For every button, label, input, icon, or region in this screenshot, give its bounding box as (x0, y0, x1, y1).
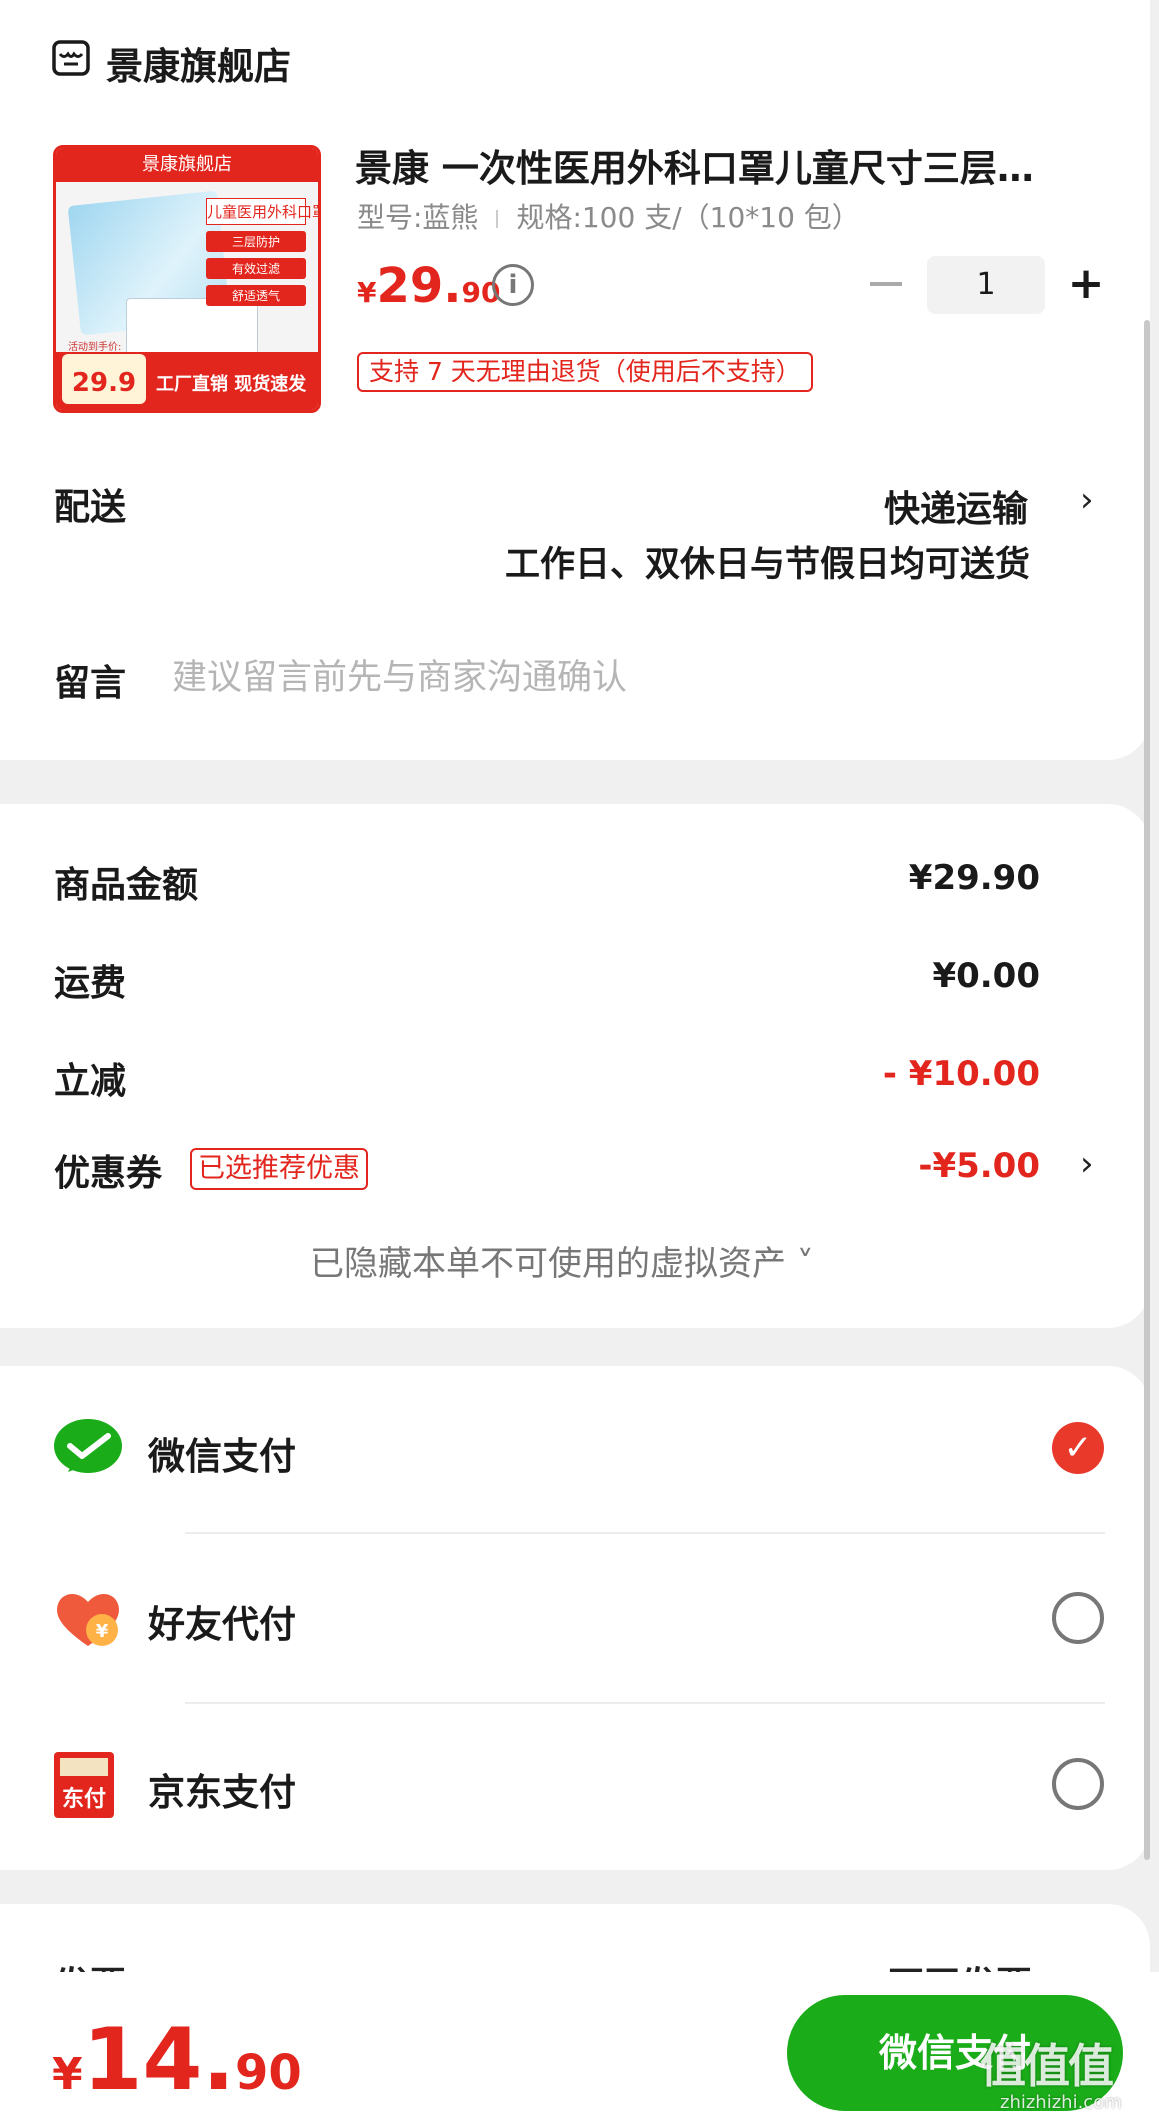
product-image-tags: 儿童医用外科口罩 三层防护 有效过滤 舒适透气 (206, 198, 318, 306)
product-image-tag-main: 儿童医用外科口罩 (206, 198, 318, 225)
store-icon (52, 40, 90, 76)
payment-label[interactable]: 微信支付 (148, 1426, 296, 1480)
product-image-price-value: 29.9 (71, 368, 137, 398)
price-symbol: ¥ (357, 276, 377, 309)
total-integer: 14. (82, 2010, 235, 2110)
divider (185, 1532, 1105, 1534)
message-input[interactable] (170, 652, 1034, 704)
payment-radio-selected[interactable]: ✓ (1052, 1422, 1104, 1474)
product-size: 规格:100 支/（10*10 包） (516, 201, 860, 234)
price-info-icon[interactable]: i (492, 264, 534, 306)
goods-amount-label: 商品金额 (54, 865, 199, 906)
total-price: ¥14.90 (52, 2010, 302, 2110)
product-image-price: 活动到手价: 29.9 (62, 342, 146, 404)
payment-label[interactable]: 好友代付 (148, 1594, 296, 1648)
quantity-increase-button[interactable]: + (1066, 262, 1106, 306)
delivery-mode[interactable]: 快递运输 (884, 480, 1028, 532)
product-image-feature: 三层防护 (206, 231, 306, 252)
hidden-assets-toggle[interactable]: 已隐藏本单不可使用的虚拟资产 ˅ (310, 1236, 814, 1285)
scrollbar[interactable] (1144, 320, 1150, 1860)
watermark: 值值值 (980, 2039, 1114, 2093)
product-box-art (126, 298, 258, 355)
discount-value: - ¥10.00 (882, 1054, 1040, 1094)
quantity-decrease-button[interactable] (870, 282, 902, 286)
shipping-label: 运费 (54, 963, 127, 1004)
chevron-right-icon[interactable]: › (1080, 1144, 1094, 1184)
product-model: 型号:蓝熊 (357, 201, 479, 234)
payment-label[interactable]: 京东支付 (148, 1762, 296, 1816)
return-policy-badge: 支持 7 天无理由退货（使用后不支持） (357, 352, 813, 392)
svg-text:¥: ¥ (96, 1621, 109, 1642)
product-spec[interactable]: 型号:蓝熊 规格:100 支/（10*10 包） (357, 196, 860, 236)
product-image-feature: 有效过滤 (206, 258, 306, 279)
product-image-banner: 景康旗舰店 (56, 148, 318, 182)
divider (185, 1702, 1105, 1704)
discount-label: 立减 (54, 1061, 127, 1102)
watermark-url: zhizhizhi.com (1000, 2092, 1122, 2113)
coupon-label[interactable]: 优惠券 (54, 1144, 162, 1196)
price-integer: 29. (376, 258, 462, 314)
delivery-label: 配送 (54, 487, 127, 528)
jd-pay-icon: 东付 (54, 1752, 114, 1818)
message-label: 留言 (54, 663, 127, 704)
goods-amount-value: ¥29.90 (908, 858, 1040, 898)
total-symbol: ¥ (52, 2049, 83, 2100)
chevron-right-icon[interactable]: › (1080, 480, 1094, 520)
order-item-card: 景康旗舰店 景康旗舰店 儿童医用外科口罩 三层防护 有效过滤 舒适透气 活动到手… (0, 0, 1150, 760)
friend-pay-icon: ¥ (57, 1593, 119, 1646)
total-decimal: 90 (234, 2045, 302, 2101)
delivery-note: 工作日、双休日与节假日均可送货 (504, 545, 1030, 585)
coupon-value[interactable]: -¥5.00 (918, 1146, 1040, 1186)
svg-text:东付: 东付 (62, 1786, 106, 1812)
coupon-badge[interactable]: 已选推荐优惠 (190, 1148, 368, 1190)
product-image-slogan: 工厂直销 现货速发 (156, 374, 307, 395)
product-image[interactable]: 景康旗舰店 儿童医用外科口罩 三层防护 有效过滤 舒适透气 活动到手价: 29.… (53, 145, 321, 413)
amount-summary-card: 商品金额 ¥29.90 运费 ¥0.00 立减 - ¥10.00 优惠券 已选推… (0, 804, 1150, 1328)
product-price: ¥29.90 (357, 258, 500, 314)
spec-separator (496, 210, 499, 228)
product-image-feature: 舒适透气 (206, 285, 306, 306)
product-image-price-label: 活动到手价: (68, 342, 122, 353)
payment-radio[interactable] (1052, 1592, 1104, 1644)
payment-methods-card: 微信支付 ✓ ¥ 好友代付 东付 京东支付 (0, 1366, 1150, 1870)
store-name[interactable]: 景康旗舰店 (106, 36, 291, 90)
shipping-value: ¥0.00 (932, 956, 1040, 996)
product-title[interactable]: 景康 一次性医用外科口罩儿童尺寸三层… (355, 138, 1075, 192)
payment-radio[interactable] (1052, 1758, 1104, 1810)
wechat-pay-icon (54, 1419, 122, 1473)
quantity-field[interactable]: 1 (927, 256, 1045, 314)
